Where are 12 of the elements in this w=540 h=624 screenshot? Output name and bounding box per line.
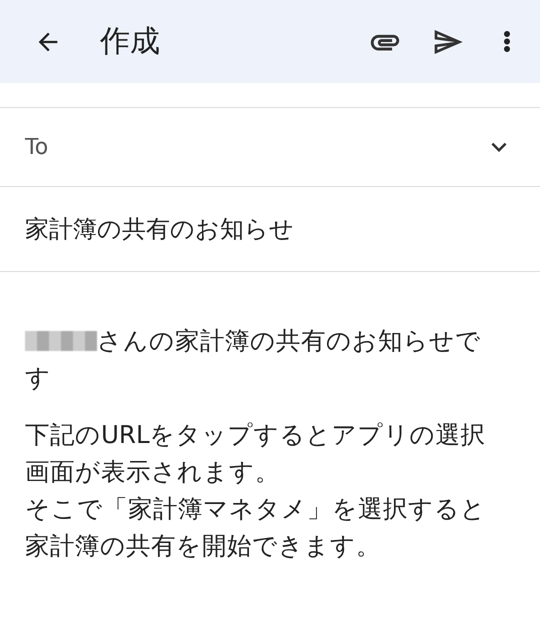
screen-title: 作成: [100, 23, 160, 61]
redacted-name: [25, 330, 97, 350]
subject-field[interactable]: 家計簿の共有のお知らせ: [25, 215, 515, 243]
body-text-line: す: [25, 362, 51, 394]
to-field[interactable]: To: [0, 108, 540, 187]
body-text-line: そこで「家計簿マネタメ」を選択すると: [25, 493, 486, 525]
to-label: To: [25, 134, 48, 160]
body-text-line: さんの家計簿の共有のお知らせで: [97, 325, 481, 357]
more-vertical-icon: [504, 31, 510, 52]
body-text-line: 下記のURLをタップするとアプリの選択: [25, 419, 486, 451]
body-text-line: 画面が表示されます。: [25, 456, 280, 488]
body-text-line: 家計簿の共有を開始できます。: [25, 530, 381, 562]
